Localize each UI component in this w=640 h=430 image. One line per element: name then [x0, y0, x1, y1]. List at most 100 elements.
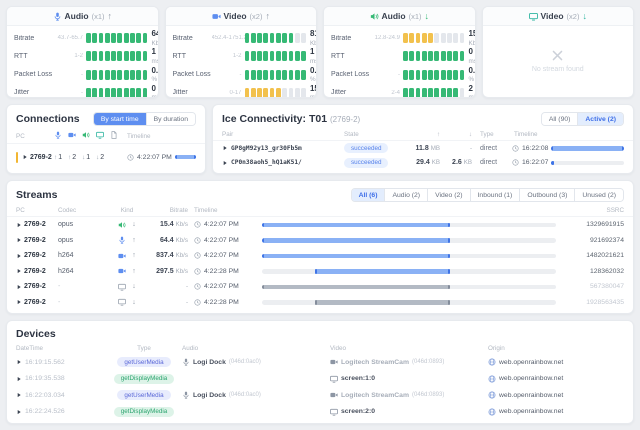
- metric-label: RTT: [173, 53, 212, 60]
- connections-sort-toggle: By start time By duration: [93, 112, 196, 126]
- ssrc: 1928563435: [562, 299, 624, 306]
- ice-pair-row[interactable]: GP8gM92y13_gr30Fb5m succeeded 11.8 MB - …: [213, 141, 633, 156]
- metric-label: RTT: [14, 53, 53, 60]
- mic-count: ↑1: [54, 154, 68, 161]
- level-segment: [403, 88, 408, 98]
- level-segment: [124, 33, 129, 43]
- ice-connectivity-panel: Ice Connectivity: T01 (2769-2) All (90) …: [212, 104, 634, 174]
- panel-body: No stream found: [483, 26, 634, 97]
- device-row[interactable]: 16:22:03.034 getUserMedia Logi Dock(046d…: [7, 387, 633, 404]
- expand-caret-icon[interactable]: [222, 160, 228, 166]
- device-row[interactable]: 16:19:15.562 getUserMedia Logi Dock(046d…: [7, 354, 633, 371]
- metric-row-packet-loss: Packet Loss - 0.0 %: [14, 66, 151, 84]
- expand-caret-icon[interactable]: [16, 222, 22, 228]
- ice-filter-active-button[interactable]: Active (2): [577, 113, 623, 125]
- level-segment: [257, 70, 262, 80]
- expand-caret-icon[interactable]: [16, 237, 22, 243]
- col-audio: Audio: [182, 345, 330, 352]
- stream-row[interactable]: 2769-2 - ↓ - 4:22:28 PM 1928563435: [7, 295, 633, 311]
- stream-row[interactable]: 2769-2 opus ↓ 15.4 Kb/s 4:22:07 PM 13296…: [7, 217, 633, 233]
- level-segment: [416, 51, 421, 61]
- stream-row[interactable]: 2769-2 h264 ↑ 297.5 Kb/s 4:22:28 PM 1283…: [7, 264, 633, 280]
- media-panel-header-video-inbound[interactable]: Video (x2) ↓: [483, 7, 634, 26]
- bitrate: 15.4 Kb/s: [146, 221, 194, 228]
- metric-label: RTT: [331, 53, 370, 60]
- level-segment: [289, 51, 294, 61]
- level-segment: [282, 88, 287, 98]
- expand-caret-icon[interactable]: [16, 299, 22, 305]
- media-panel-header-audio-inbound[interactable]: Audio (x1) ↓: [324, 7, 475, 26]
- camera-count: ↑2: [68, 154, 82, 161]
- metric-range: -: [53, 72, 86, 78]
- level-segment: [416, 33, 421, 43]
- level-segment: [289, 88, 294, 98]
- col-codec: Codec: [58, 207, 108, 214]
- metric-label: Packet Loss: [331, 71, 370, 78]
- metric-row-bitrate: Bitrate 452.4-1751.2 815.8 Kb/s: [173, 29, 310, 47]
- device-video: Logitech StreamCam(046d:0893): [330, 358, 488, 366]
- stream-timeline: [256, 269, 562, 274]
- level-segment: [257, 33, 262, 43]
- level-segment: [99, 88, 104, 98]
- expand-caret-icon[interactable]: [222, 145, 228, 151]
- sort-by-start-time-button[interactable]: By start time: [94, 113, 146, 125]
- camera-kind-icon: [118, 252, 126, 260]
- media-panel-header-video-outbound[interactable]: Video (x2) ↑: [166, 7, 317, 26]
- expand-caret-icon[interactable]: [22, 154, 28, 160]
- ice-pair-row[interactable]: CP0n38aoh5_hQ1aK51/ succeeded 29.4 KB 2.…: [213, 156, 633, 171]
- level-segment: [92, 88, 97, 98]
- sort-by-duration-button[interactable]: By duration: [146, 113, 195, 125]
- level-segment: [282, 70, 287, 80]
- timeline-bar: [262, 238, 556, 243]
- pc-id: 2769-2: [16, 299, 58, 306]
- device-row[interactable]: 16:19:35.538 getDisplayMedia screen:1:0 …: [7, 371, 633, 388]
- streams-filter-outbound[interactable]: Outbound (3): [519, 189, 574, 201]
- expand-caret-icon[interactable]: [16, 392, 22, 398]
- panel-stream-count: (x2): [567, 12, 580, 21]
- connection-row[interactable]: 2769-2 ↑1↑2↓1↓2 4:22:07 PM: [7, 144, 205, 170]
- streams-filter-inbound[interactable]: Inbound (1): [470, 189, 520, 201]
- streams-filter-unused[interactable]: Unused (2): [574, 189, 623, 201]
- ice-filter-all-button[interactable]: All (90): [542, 113, 578, 125]
- empty-state-text: No stream found: [532, 66, 584, 73]
- clock-icon: [194, 237, 201, 244]
- level-segment: [251, 33, 256, 43]
- metric-level-bars: [245, 51, 306, 61]
- level-segment: [117, 51, 122, 61]
- metric-range: 452.4-1751.2: [212, 35, 245, 41]
- device-row[interactable]: 16:22:24.526 getDisplayMedia screen:2:0 …: [7, 404, 633, 421]
- streams-filter-video[interactable]: Video (2): [427, 189, 469, 201]
- col-doc: [110, 131, 124, 141]
- expand-caret-icon[interactable]: [16, 284, 22, 290]
- level-segment: [422, 33, 427, 43]
- pair-id: GP8gM92y13_gr30Fb5m: [222, 145, 344, 152]
- stream-row[interactable]: 2769-2 opus ↑ 64.4 Kb/s 4:22:07 PM 92169…: [7, 233, 633, 249]
- level-segment: [434, 70, 439, 80]
- level-segment: [295, 51, 300, 61]
- level-segment: [86, 51, 91, 61]
- metric-row-packet-loss: Packet Loss - 0.0 %: [173, 66, 310, 84]
- expand-caret-icon[interactable]: [16, 359, 22, 365]
- expand-caret-icon[interactable]: [16, 409, 22, 415]
- expand-caret-icon[interactable]: [16, 268, 22, 274]
- pair-time: 16:22:08: [522, 145, 548, 152]
- streams-filter-all[interactable]: All (6): [352, 189, 385, 201]
- streams-filter-audio[interactable]: Audio (2): [384, 189, 427, 201]
- speaker-kind-icon: [118, 221, 126, 229]
- stream-start: 4:22:07 PM: [194, 237, 256, 244]
- level-segment: [99, 51, 104, 61]
- stream-row[interactable]: 2769-2 h264 ↑ 837.4 Kb/s 4:22:07 PM 1482…: [7, 248, 633, 264]
- streams-table-header: PC Codec Kind Bitrate Timeline SSRC: [7, 206, 633, 217]
- panel-title: Audio: [65, 11, 89, 21]
- pc-id: 2769-2: [16, 237, 58, 244]
- level-segment: [409, 51, 414, 61]
- expand-caret-icon[interactable]: [16, 376, 22, 382]
- ice-filter-toggle: All (90) Active (2): [541, 112, 624, 126]
- device-datetime: 16:22:03.034: [16, 392, 106, 399]
- metric-label: Packet Loss: [14, 71, 53, 78]
- stream-row[interactable]: 2769-2 - ↓ - 4:22:07 PM 567380047: [7, 279, 633, 295]
- metric-level-bars: [245, 88, 306, 98]
- expand-caret-icon[interactable]: [16, 253, 22, 259]
- level-segment: [105, 51, 110, 61]
- media-panel-header-audio-outbound[interactable]: Audio (x1) ↑: [7, 7, 158, 26]
